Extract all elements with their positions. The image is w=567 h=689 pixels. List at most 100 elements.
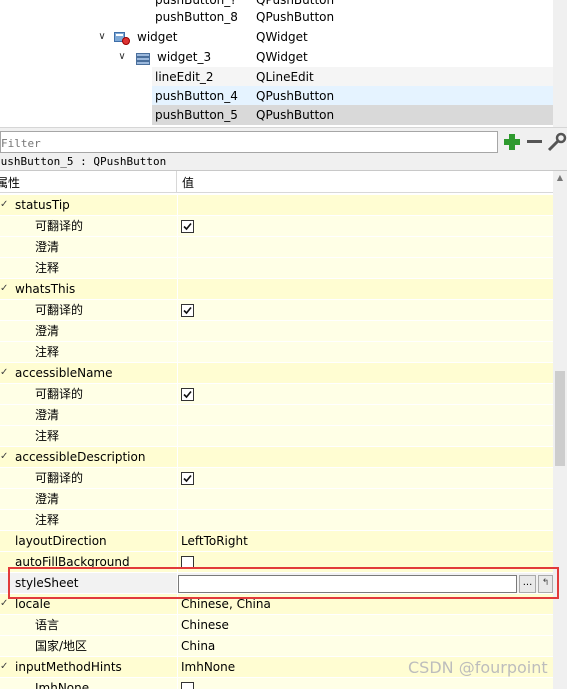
stylesheet-input[interactable] xyxy=(178,575,517,593)
property-name: autoFillBackground xyxy=(15,555,130,569)
expand-toggle-icon[interactable]: ✓ xyxy=(0,594,10,614)
tree-object-class: QPushButton xyxy=(256,108,335,122)
property-row[interactable]: 注释 xyxy=(0,258,553,279)
property-name: 澄清 xyxy=(35,492,60,506)
property-checkbox[interactable] xyxy=(181,682,194,689)
property-checkbox[interactable] xyxy=(181,388,194,401)
property-row[interactable]: 澄清 xyxy=(0,321,553,342)
property-row[interactable]: ✓ whatsThis xyxy=(0,279,553,300)
property-row[interactable]: 国家/地区 China xyxy=(0,636,553,657)
scroll-up-arrow-icon[interactable]: ▲ xyxy=(553,171,567,185)
property-name: 注释 xyxy=(35,261,60,275)
expand-toggle-icon[interactable]: ✓ xyxy=(0,195,10,215)
property-row[interactable]: ✓ accessibleName xyxy=(0,363,553,384)
property-value[interactable]: LeftToRight xyxy=(181,531,248,551)
property-name: styleSheet xyxy=(15,576,79,590)
property-row[interactable]: autoFillBackground xyxy=(0,552,553,573)
tree-row[interactable]: ∨ widget_3 QWidget xyxy=(0,47,553,67)
property-name: 注释 xyxy=(35,429,60,443)
property-name: 可翻译的 xyxy=(35,387,84,401)
tree-row[interactable]: ∨ widget QWidget xyxy=(0,27,553,47)
expand-toggle-icon[interactable]: ✓ xyxy=(0,657,10,677)
reset-icon[interactable]: ↰ xyxy=(538,575,553,593)
watermark: CSDN @fourpoint xyxy=(408,658,548,677)
tree-object-name: pushButton_4 xyxy=(155,89,238,103)
property-name: locale xyxy=(15,597,51,611)
property-row[interactable]: layoutDirection LeftToRight xyxy=(0,531,553,552)
filter-input[interactable] xyxy=(0,131,498,153)
expand-toggle-icon[interactable]: ✓ xyxy=(0,363,10,383)
tree-row-selected[interactable]: pushButton_5 QPushButton xyxy=(0,105,553,125)
property-name: 澄清 xyxy=(35,240,60,254)
layout-icon xyxy=(136,51,150,65)
tree-row[interactable]: pushButton_8 QPushButton xyxy=(0,7,553,27)
tree-object-name: widget_3 xyxy=(157,50,212,64)
object-inspector-tree: pushButton_? QPushButton pushButton_8 QP… xyxy=(0,0,567,127)
wrench-icon[interactable] xyxy=(546,131,567,153)
property-name: inputMethodHints xyxy=(15,660,122,674)
property-row[interactable]: 语言 Chinese xyxy=(0,615,553,636)
property-row[interactable]: 可翻译的 xyxy=(0,216,553,237)
property-name: 可翻译的 xyxy=(35,219,84,233)
property-row[interactable]: 注释 xyxy=(0,510,553,531)
property-checkbox[interactable] xyxy=(181,472,194,485)
property-grid-header: 属性 值 xyxy=(0,171,553,193)
expand-toggle-icon[interactable]: ✓ xyxy=(0,279,10,299)
chevron-down-icon[interactable]: ∨ xyxy=(95,27,109,47)
property-value[interactable]: China xyxy=(181,636,215,656)
property-row[interactable]: 澄清 xyxy=(0,405,553,426)
tree-object-class: QPushButton xyxy=(256,10,335,24)
property-name: 注释 xyxy=(35,345,60,359)
property-name: 可翻译的 xyxy=(35,471,84,485)
property-checkbox[interactable] xyxy=(181,304,194,317)
tree-row[interactable]: lineEdit_2 QLineEdit xyxy=(0,67,553,87)
property-row[interactable]: 可翻译的 xyxy=(0,300,553,321)
tree-row[interactable]: pushButton_4 QPushButton xyxy=(0,86,553,106)
value-column-header[interactable]: 值 xyxy=(182,174,194,191)
stylesheet-edit-button[interactable]: ... xyxy=(519,575,536,593)
property-row[interactable]: ✓ accessibleDescription xyxy=(0,447,553,468)
property-row[interactable]: 可翻译的 xyxy=(0,468,553,489)
property-name: ImhNone xyxy=(35,681,90,689)
tree-object-class: QLineEdit xyxy=(256,70,314,84)
property-column-header[interactable]: 属性 xyxy=(0,174,20,191)
tree-object-name: widget xyxy=(137,30,178,44)
property-row[interactable]: 注释 xyxy=(0,342,553,363)
property-name: 国家/地区 xyxy=(35,639,88,653)
tree-object-class: QWidget xyxy=(256,30,308,44)
property-row-stylesheet[interactable]: styleSheet... ↰ xyxy=(0,573,553,594)
property-value[interactable]: ImhNone xyxy=(181,657,235,677)
property-name: statusTip xyxy=(15,198,70,212)
property-row[interactable]: ✓ statusTip xyxy=(0,195,553,216)
property-grid: 属性 值 ✓ statusTip 可翻译的 澄清 注释 ✓ whatsThis 可翻译的 澄清注… xyxy=(0,171,553,689)
tree-object-name: lineEdit_2 xyxy=(155,70,214,84)
property-row[interactable]: ✓ locale Chinese, China xyxy=(0,594,553,615)
property-name: accessibleName xyxy=(15,366,113,380)
chevron-down-icon[interactable]: ∨ xyxy=(115,47,129,67)
property-checkbox[interactable] xyxy=(181,220,194,233)
property-toolbar xyxy=(0,127,567,154)
scrollbar-thumb[interactable] xyxy=(555,371,565,466)
property-row[interactable]: 注释 xyxy=(0,426,553,447)
tree-object-name: pushButton_5 xyxy=(155,108,238,122)
property-name: 注释 xyxy=(35,513,60,527)
tree-scrollbar[interactable] xyxy=(553,0,567,127)
tree-object-name: pushButton_8 xyxy=(155,10,238,24)
property-name: 语言 xyxy=(35,618,60,632)
property-value[interactable]: Chinese xyxy=(181,615,229,635)
minus-icon[interactable] xyxy=(524,131,546,153)
property-name: whatsThis xyxy=(15,282,76,296)
tree-object-class: QPushButton xyxy=(256,89,335,103)
property-name: layoutDirection xyxy=(15,534,107,548)
expand-toggle-icon[interactable]: ✓ xyxy=(0,447,10,467)
property-row[interactable]: ImhNone xyxy=(0,678,553,689)
property-row[interactable]: 澄清 xyxy=(0,489,553,510)
property-name: 可翻译的 xyxy=(35,303,84,317)
object-class-title: pushButton_5 : QPushButton xyxy=(0,154,567,171)
property-row[interactable]: 可翻译的 xyxy=(0,384,553,405)
property-checkbox[interactable] xyxy=(181,556,194,569)
property-value[interactable]: Chinese, China xyxy=(181,594,271,614)
property-row[interactable]: 澄清 xyxy=(0,237,553,258)
plus-icon[interactable] xyxy=(501,131,523,153)
property-name: 澄清 xyxy=(35,324,60,338)
